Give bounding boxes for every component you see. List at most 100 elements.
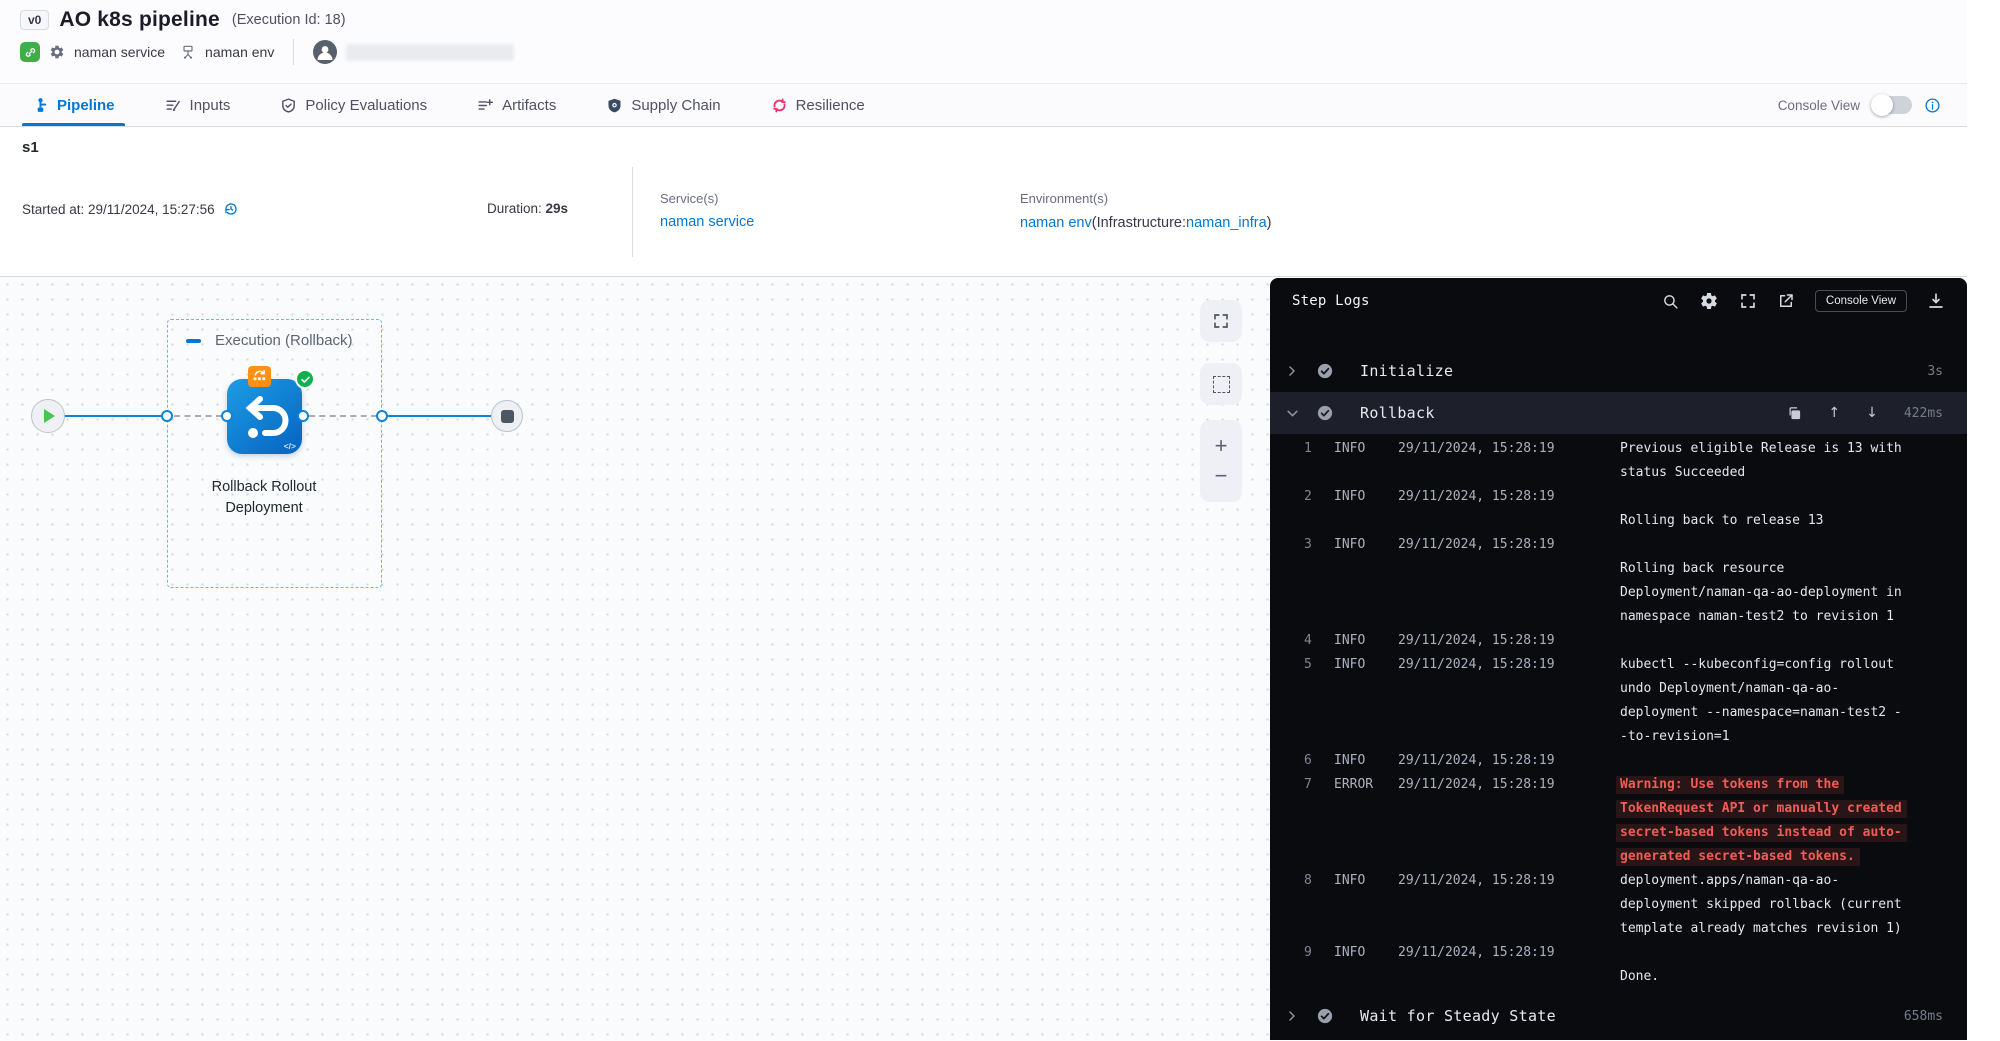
connector-dot xyxy=(376,410,388,422)
stage-info-bar: s1 Started at: 29/11/2024, 15:27:56 Dura… xyxy=(0,127,1967,277)
retry-history-icon[interactable] xyxy=(223,201,239,217)
gear-icon[interactable] xyxy=(49,44,65,60)
user-avatar-icon[interactable] xyxy=(313,40,337,64)
log-level: INFO xyxy=(1334,629,1386,653)
log-lines: 1INFO29/11/2024, 15:28:19Previous eligib… xyxy=(1270,434,1967,995)
log-message: Previous eligible Release is 13 withstat… xyxy=(1620,437,1947,485)
download-logs-icon[interactable] xyxy=(1927,292,1945,310)
step-logs-title: Step Logs xyxy=(1292,293,1370,309)
log-line-number: 9 xyxy=(1304,941,1320,965)
rollout-badge-icon xyxy=(248,366,271,387)
rollback-step-node[interactable]: </> xyxy=(227,379,302,454)
environment-link[interactable]: naman env xyxy=(1020,215,1092,231)
open-in-new-icon[interactable] xyxy=(1777,292,1795,310)
canvas-fit-button[interactable] xyxy=(1200,300,1242,342)
tab-label: Supply Chain xyxy=(631,97,720,114)
console-view-toggle[interactable] xyxy=(1872,96,1912,114)
log-line-number: 5 xyxy=(1304,653,1320,677)
log-entry: 1INFO29/11/2024, 15:28:19Previous eligib… xyxy=(1304,437,1947,485)
log-section-rollback[interactable]: Rollback ↑ ↓ 422ms xyxy=(1270,392,1967,434)
info-icon[interactable] xyxy=(1924,97,1941,114)
log-section-initialize[interactable]: Initialize 3s xyxy=(1270,350,1967,392)
section-label: Rollback xyxy=(1360,404,1435,422)
canvas-select-button[interactable] xyxy=(1200,363,1242,405)
version-badge: v0 xyxy=(20,10,49,30)
log-section-wait-steady-state[interactable]: Wait for Steady State 658ms xyxy=(1270,995,1967,1037)
log-line-number: 6 xyxy=(1304,749,1320,773)
chevron-right-icon xyxy=(1286,365,1300,377)
tab-supply-chain[interactable]: Supply Chain xyxy=(602,84,724,126)
connector-dot xyxy=(161,410,173,422)
infrastructure-link[interactable]: naman_infra xyxy=(1186,215,1267,231)
log-timestamp: 29/11/2024, 15:28:19 xyxy=(1398,749,1568,773)
infra-suffix: ) xyxy=(1267,215,1272,231)
fit-view-icon xyxy=(1212,312,1230,330)
duration-value: 29s xyxy=(546,201,569,216)
environments-label: Environment(s) xyxy=(1020,191,1271,206)
environment-icon xyxy=(180,44,196,60)
tab-bar: Pipeline Inputs Policy Evaluations Artif… xyxy=(0,84,1967,127)
log-timestamp: 29/11/2024, 15:28:19 xyxy=(1398,437,1568,461)
tab-policy-evaluations[interactable]: Policy Evaluations xyxy=(276,84,431,126)
inputs-icon xyxy=(165,97,182,114)
log-timestamp: 29/11/2024, 15:28:19 xyxy=(1398,533,1568,557)
pipeline-icon xyxy=(32,97,49,114)
console-view-button[interactable]: Console View xyxy=(1815,290,1907,312)
scroll-up-icon[interactable]: ↑ xyxy=(1828,405,1840,421)
tab-label: Policy Evaluations xyxy=(305,97,427,114)
stage-name: s1 xyxy=(22,139,39,156)
chevron-right-icon xyxy=(1286,1010,1300,1022)
tab-inputs[interactable]: Inputs xyxy=(161,84,235,126)
stage-divider xyxy=(632,167,633,257)
tab-artifacts[interactable]: Artifacts xyxy=(473,84,560,126)
tab-pipeline[interactable]: Pipeline xyxy=(28,84,119,126)
step-success-check-icon xyxy=(1316,1007,1334,1025)
log-entry: 7ERROR29/11/2024, 15:28:19Warning: Use t… xyxy=(1304,773,1947,869)
canvas-zoom-buttons[interactable]: + − xyxy=(1200,420,1242,502)
log-line-number: 7 xyxy=(1304,773,1320,797)
services-label: Service(s) xyxy=(660,191,754,206)
collapse-group-icon[interactable] xyxy=(186,339,201,343)
log-timestamp: 29/11/2024, 15:28:19 xyxy=(1398,485,1568,509)
tab-label: Inputs xyxy=(190,97,231,114)
log-entry: 4 INFO 29/11/2024, 15:28:19 xyxy=(1304,629,1947,653)
page-header: v0 AO k8s pipeline (Execution Id: 18) na… xyxy=(0,0,1967,84)
log-line-number: 4 xyxy=(1304,629,1320,653)
log-level: INFO xyxy=(1334,941,1386,965)
log-timestamp: 29/11/2024, 15:28:19 xyxy=(1398,869,1568,893)
pipeline-end-node[interactable] xyxy=(491,400,523,432)
zoom-in-icon[interactable]: + xyxy=(1215,438,1228,454)
log-entry: 3INFO29/11/2024, 15:28:19Rolling back re… xyxy=(1304,533,1947,629)
execution-id: (Execution Id: 18) xyxy=(232,12,346,28)
pipeline-start-node[interactable] xyxy=(31,399,65,433)
log-level: INFO xyxy=(1334,437,1386,461)
step-node-label: Rollback Rollout Deployment xyxy=(184,477,344,519)
redacted-user-info xyxy=(346,44,514,61)
console-view-label: Console View xyxy=(1778,98,1860,113)
log-timestamp: 29/11/2024, 15:28:19 xyxy=(1398,629,1568,653)
toggle-knob xyxy=(1871,94,1893,116)
tab-resilience[interactable]: Resilience xyxy=(767,84,869,126)
header-service-name[interactable]: naman service xyxy=(74,44,165,60)
log-message: deployment.apps/naman-qa-ao-deployment s… xyxy=(1620,869,1947,941)
stop-icon xyxy=(501,410,514,423)
header-divider xyxy=(293,39,294,65)
header-env-name[interactable]: naman env xyxy=(205,44,274,60)
policy-shield-icon xyxy=(280,97,297,114)
scroll-down-icon[interactable]: ↓ xyxy=(1866,405,1878,421)
work-area: Execution (Rollback) </> xyxy=(0,277,1967,1040)
infra-prefix: (Infrastructure: xyxy=(1092,215,1186,231)
duration-label: Duration: xyxy=(487,201,546,216)
edge-start xyxy=(64,415,168,417)
cd-module-icon xyxy=(20,42,40,62)
log-settings-gear-icon[interactable] xyxy=(1699,291,1719,311)
copy-logs-icon[interactable] xyxy=(1787,406,1802,421)
step-success-check-icon xyxy=(1316,404,1334,422)
search-icon[interactable] xyxy=(1662,293,1679,310)
log-message: Rolling back resourceDeployment/naman-qa… xyxy=(1620,533,1947,629)
log-level: INFO xyxy=(1334,653,1386,677)
zoom-out-icon[interactable]: − xyxy=(1215,468,1228,484)
fullscreen-icon[interactable] xyxy=(1739,292,1757,310)
service-link[interactable]: naman service xyxy=(660,214,754,230)
tab-label: Pipeline xyxy=(57,97,115,114)
